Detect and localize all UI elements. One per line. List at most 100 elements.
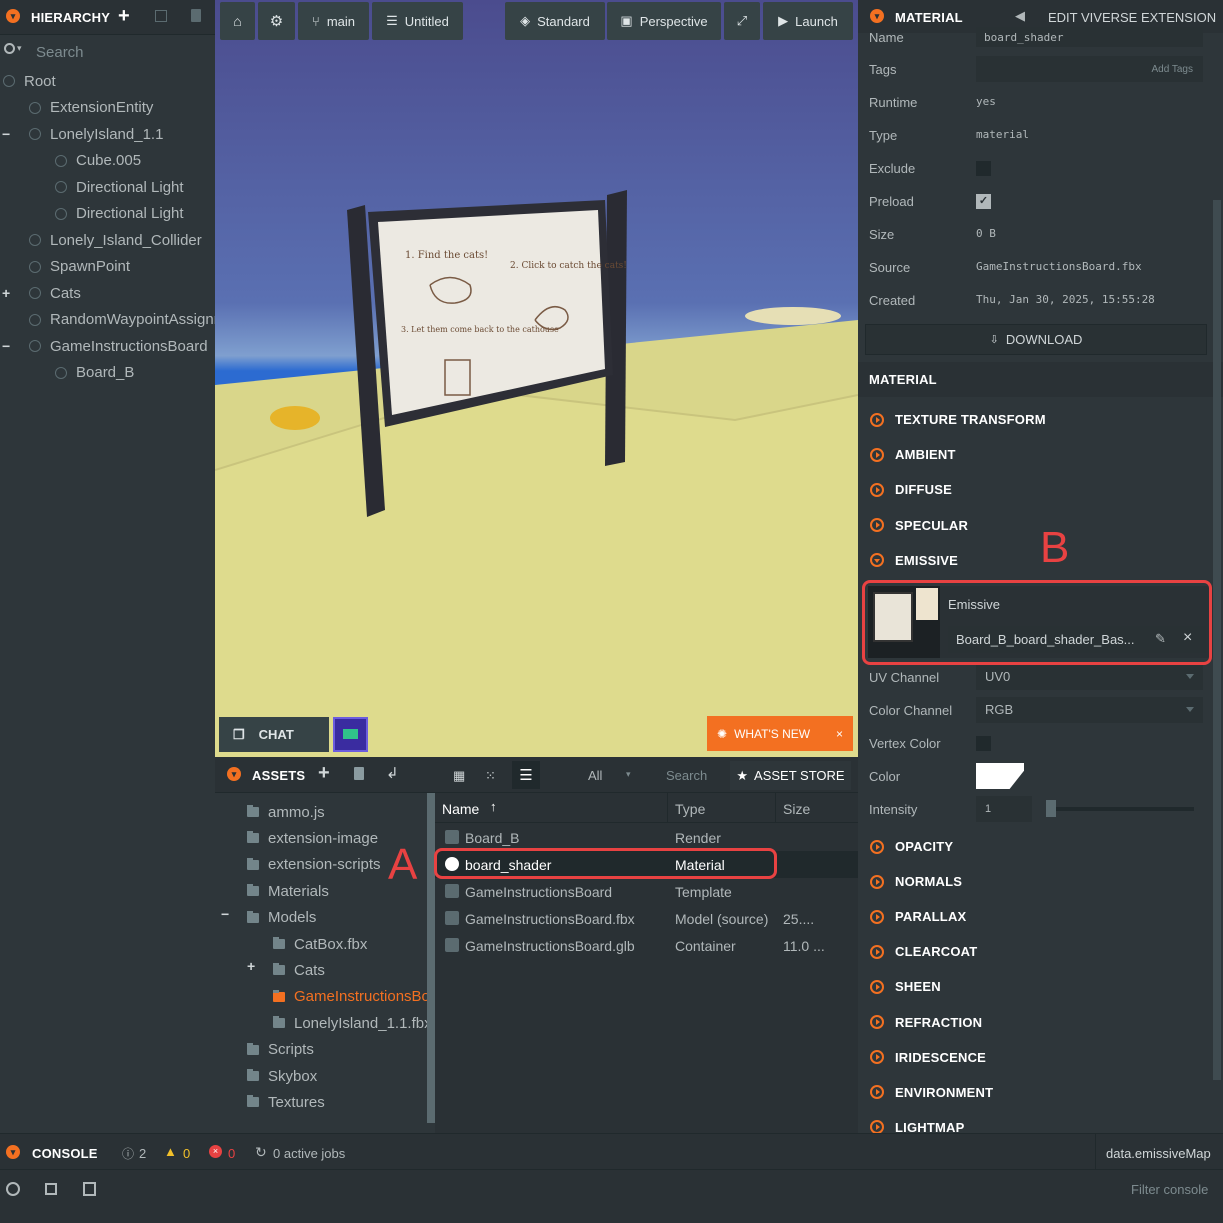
asset-store-button[interactable]: ★ ASSET STORE [730, 761, 851, 790]
folder-item[interactable]: ammo.js [247, 799, 325, 825]
camera-button[interactable]: ▣ Perspective [607, 2, 721, 40]
section-lightmap[interactable]: LIGHTMAP [858, 1110, 1223, 1133]
render-mode-button[interactable]: ◈ Standard [505, 2, 605, 40]
tree-item[interactable]: Lonely_Island_Collider [0, 227, 215, 253]
tree-item[interactable]: RandomWaypointAssignr [0, 307, 215, 333]
download-button[interactable]: ⇩ DOWNLOAD [865, 324, 1207, 355]
whats-new-button[interactable]: ✺ WHAT'S NEW × [707, 716, 853, 751]
grid-large-icon[interactable]: ▦ [453, 768, 465, 784]
collapse-icon[interactable]: ▾ [6, 9, 20, 23]
column-type[interactable]: Type [675, 801, 705, 817]
clear-icon[interactable] [6, 1182, 20, 1196]
folder-item[interactable]: CatBox.fbx [273, 931, 367, 957]
folder-item[interactable]: Scripts [247, 1037, 314, 1063]
add-entity-icon[interactable]: + [118, 5, 130, 28]
tree-item[interactable]: Board_B [0, 360, 215, 386]
tree-item[interactable]: Directional Light [0, 201, 215, 227]
section-opacity[interactable]: OPACITY [858, 829, 1223, 864]
duplicate-icon[interactable] [155, 10, 167, 22]
column-size[interactable]: Size [783, 801, 810, 817]
intensity-slider[interactable] [1046, 807, 1194, 811]
preload-checkbox[interactable]: ✓ [976, 194, 991, 209]
copy-icon[interactable] [45, 1183, 57, 1195]
avatar[interactable] [333, 717, 368, 752]
back-arrow-icon[interactable]: ◀ [1015, 8, 1025, 24]
filter-console-input[interactable]: Filter console [1131, 1182, 1208, 1197]
close-icon[interactable]: × [836, 727, 843, 741]
trash-icon[interactable] [191, 9, 201, 22]
collapse-icon[interactable]: − [2, 338, 14, 354]
folder-item[interactable]: GameInstructionsBo [273, 984, 430, 1010]
edit-extension-link[interactable]: EDIT VIVERSE EXTENSION [1048, 10, 1216, 25]
tree-item[interactable]: Root [0, 68, 215, 94]
folder-item[interactable]: extension-image [247, 825, 378, 851]
list-view-icon[interactable]: ☰ [512, 761, 540, 789]
folder-item[interactable]: LonelyIsland_1.1.fbx [273, 1010, 432, 1036]
expand-icon[interactable]: + [247, 958, 255, 974]
folder-scrollbar[interactable] [427, 793, 435, 1123]
folder-item[interactable]: Textures [247, 1089, 325, 1115]
section-environment[interactable]: ENVIRONMENT [858, 1075, 1223, 1110]
asset-row[interactable]: GameInstructionsBoard.glb Container 11.0 .… [435, 932, 858, 959]
search-input[interactable]: Search [36, 44, 84, 61]
intensity-slider-handle[interactable] [1046, 800, 1056, 817]
settings-button[interactable]: ⚙ [258, 2, 295, 40]
tags-field[interactable]: Add Tags [976, 56, 1203, 82]
tree-item[interactable]: Directional Light [0, 174, 215, 200]
home-button[interactable]: ⌂ [220, 2, 255, 40]
expand-icon[interactable]: + [2, 285, 14, 301]
asset-row[interactable]: GameInstructionsBoard Template [435, 878, 858, 905]
section-normals[interactable]: NORMALS [858, 864, 1223, 899]
folder-item[interactable]: Materials [247, 878, 329, 904]
tree-item[interactable]: Cube.005 [0, 148, 215, 174]
log-icon[interactable] [83, 1182, 96, 1196]
add-asset-icon[interactable]: + [318, 762, 330, 785]
inspector-scrollbar[interactable] [1213, 200, 1221, 1080]
folder-item[interactable]: Skybox [247, 1063, 317, 1089]
tree-item[interactable]: ExtensionEntity [0, 95, 215, 121]
launch-button[interactable]: ▶ Launch [763, 2, 853, 40]
section-iridescence[interactable]: IRIDESCENCE [858, 1040, 1223, 1075]
asset-row[interactable]: Board_B Render [435, 824, 858, 851]
hierarchy-search[interactable]: ▾ Search [0, 38, 215, 66]
vertex-color-checkbox[interactable] [976, 736, 991, 751]
undo-icon[interactable]: ↲ [386, 764, 399, 782]
chat-button[interactable]: ❐ CHAT [219, 717, 329, 752]
section-refraction[interactable]: REFRACTION [858, 1005, 1223, 1040]
warning-icon[interactable]: ▲ [164, 1144, 177, 1159]
folder-item[interactable]: extension-scripts [247, 852, 381, 878]
folder-item[interactable]: Cats [273, 957, 325, 983]
color-channel-select[interactable]: RGB [976, 697, 1203, 723]
info-icon[interactable]: ⓘ [122, 1145, 134, 1162]
collapse-icon[interactable]: ▾ [870, 9, 884, 23]
tree-item[interactable]: + Cats [0, 280, 215, 306]
exclude-checkbox[interactable] [976, 161, 991, 176]
section-clearcoat[interactable]: CLEARCOAT [858, 934, 1223, 969]
tree-item[interactable]: SpawnPoint [0, 254, 215, 280]
filter-select[interactable]: All [588, 768, 602, 783]
color-swatch[interactable] [976, 763, 1024, 789]
section-ambient[interactable]: AMBIENT [858, 437, 1223, 472]
asset-row[interactable]: GameInstructionsBoard.fbx Model (source) 2… [435, 905, 858, 932]
error-icon[interactable]: × [209, 1145, 222, 1158]
grid-small-icon[interactable]: ⁙ [485, 768, 496, 784]
collapse-icon[interactable]: ▾ [227, 767, 241, 781]
tree-item[interactable]: − LonelyIsland_1.1 [0, 121, 215, 147]
collapse-icon[interactable]: − [2, 126, 14, 142]
column-name[interactable]: Name [442, 801, 479, 817]
assets-search-input[interactable]: Search [666, 768, 707, 783]
section-diffuse[interactable]: DIFFUSE [858, 472, 1223, 507]
uv-channel-select[interactable]: UV0 [976, 664, 1203, 690]
branch-button[interactable]: ⑂ main [298, 2, 369, 40]
section-parallax[interactable]: PARALLAX [858, 899, 1223, 934]
section-sheen[interactable]: SHEEN [858, 969, 1223, 1004]
viewport[interactable]: 1. Find the cats! 2. Click to catch the … [215, 0, 858, 757]
folder-item[interactable]: Models [247, 905, 316, 931]
intensity-input[interactable]: 1 [976, 796, 1032, 822]
collapse-icon[interactable]: ▾ [6, 1145, 20, 1159]
fullscreen-button[interactable]: ⤢ [724, 2, 760, 40]
trash-icon[interactable] [354, 767, 364, 780]
section-texture-transform[interactable]: TEXTURE TRANSFORM [858, 402, 1223, 437]
tree-item[interactable]: − GameInstructionsBoard [0, 333, 215, 359]
collapse-icon[interactable]: − [221, 906, 229, 922]
